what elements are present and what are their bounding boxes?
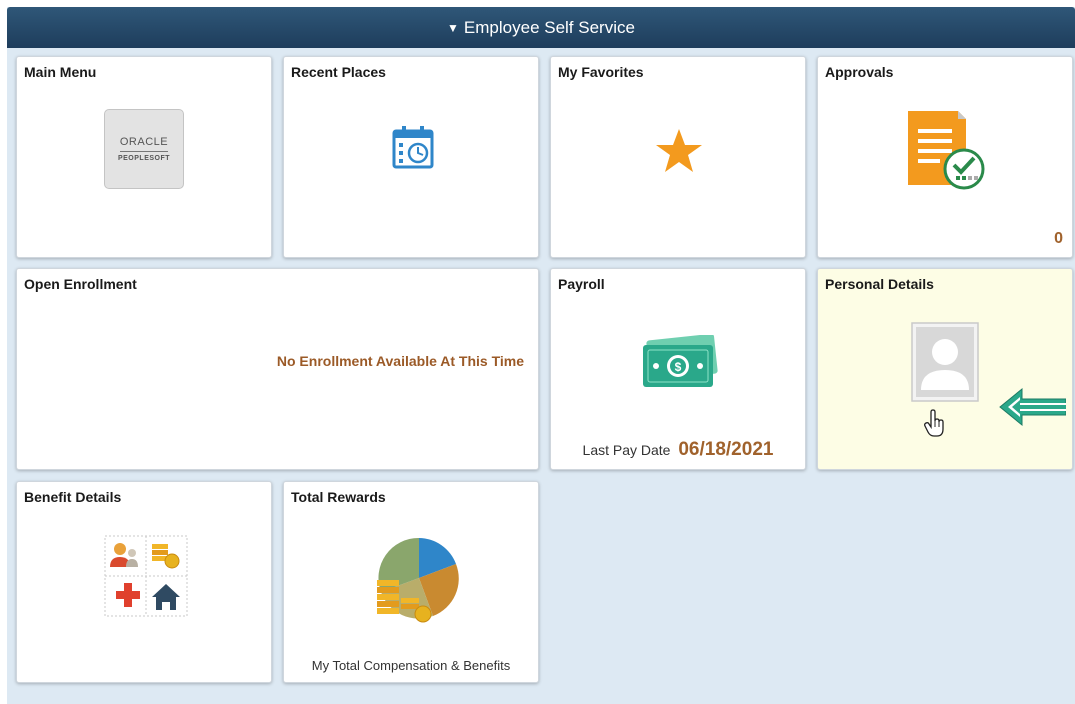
last-pay-line: Last Pay Date 06/18/2021 — [551, 439, 805, 461]
tile-title: Payroll — [558, 276, 605, 292]
tile-title: Recent Places — [291, 64, 386, 80]
star-icon — [656, 129, 702, 172]
calendar-clock-icon — [392, 126, 434, 169]
tile-main-menu[interactable]: Main Menu ORACLE PEOPLESOFT — [16, 56, 272, 258]
tile-title: Benefit Details — [24, 489, 122, 505]
tile-approvals[interactable]: Approvals 0 — [817, 56, 1073, 258]
money-icon: $ — [643, 335, 718, 387]
enrollment-message: No Enrollment Available At This Time — [276, 353, 524, 369]
tile-payroll[interactable]: Payroll $ Last Pay Date 06/18/2021 — [550, 268, 806, 470]
tile-title: My Favorites — [558, 64, 644, 80]
last-pay-label: Last Pay Date — [582, 442, 671, 458]
page-frame: ▼ Employee Self Service Main Menu ORACLE… — [7, 7, 1075, 704]
tile-title: Open Enrollment — [24, 276, 137, 292]
tile-recent-places[interactable]: Recent Places — [283, 56, 539, 258]
oracle-peoplesoft-logo: ORACLE PEOPLESOFT — [104, 109, 184, 189]
homepage-banner[interactable]: ▼ Employee Self Service — [7, 7, 1075, 48]
tile-benefit-details[interactable]: Benefit Details — [16, 481, 272, 683]
tile-my-favorites[interactable]: My Favorites — [550, 56, 806, 258]
annotation-arrow-icon — [999, 387, 1066, 427]
homepage-title: Employee Self Service — [463, 17, 635, 37]
tile-title: Total Rewards — [291, 489, 386, 505]
tile-open-enrollment[interactable]: Open Enrollment No Enrollment Available … — [16, 268, 539, 470]
document-check-icon — [908, 111, 985, 190]
tile-personal-details[interactable]: Personal Details — [817, 268, 1073, 470]
svg-text:$: $ — [675, 360, 682, 374]
tile-total-rewards[interactable]: Total Rewards My Total Compensation & Be… — [283, 481, 539, 683]
caret-down-icon: ▼ — [447, 20, 459, 35]
tile-title: Personal Details — [825, 276, 934, 292]
hand-pointer-cursor-icon — [924, 409, 944, 437]
benefits-grid-icon — [104, 535, 188, 617]
person-placeholder-icon — [911, 322, 979, 402]
last-pay-date: 06/18/2021 — [678, 439, 774, 460]
tile-title: Main Menu — [24, 64, 97, 80]
pie-coins-icon — [377, 537, 459, 623]
approvals-count: 0 — [1054, 230, 1063, 247]
total-rewards-label: My Total Compensation & Benefits — [311, 658, 511, 673]
tile-title: Approvals — [825, 64, 894, 80]
